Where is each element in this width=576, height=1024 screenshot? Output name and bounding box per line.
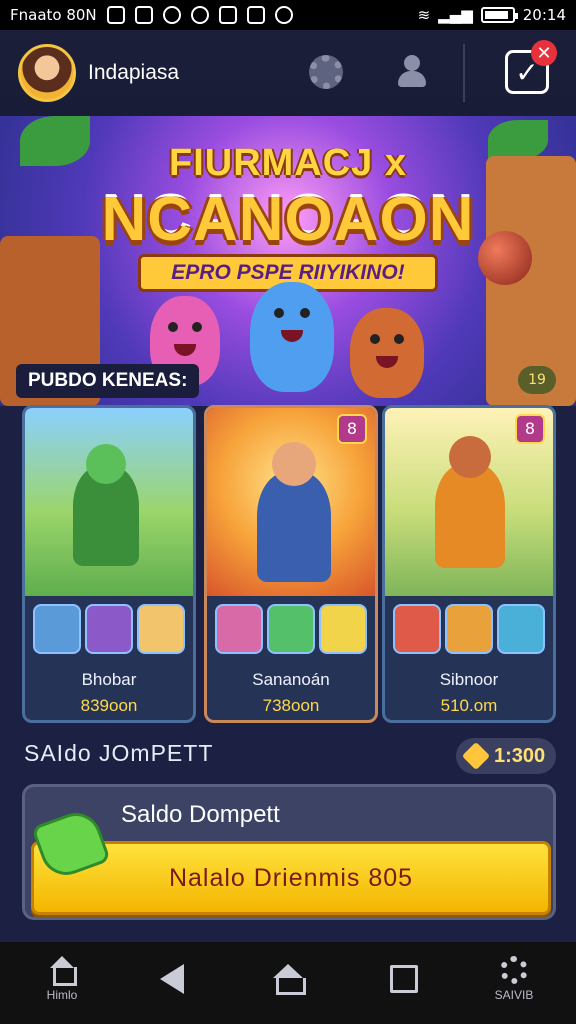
hero-title-line2: NCANOAON <box>101 185 475 254</box>
item-row <box>215 604 369 660</box>
grid-icon <box>218 6 237 24</box>
battery-icon <box>480 7 518 23</box>
avatar[interactable] <box>18 44 76 102</box>
card-tag: 8 <box>337 414 367 444</box>
card-price: 839oon <box>80 696 138 715</box>
signal-icon: ▂▄▆ <box>438 6 473 24</box>
nav-save-tab[interactable]: SAIVIB <box>484 956 544 1016</box>
item-row <box>393 604 547 660</box>
character-figure <box>435 436 505 568</box>
wifi-icon: ≋ <box>417 6 431 24</box>
wallet-card: Saldo Dompett Nalalo Drienmis 805 <box>22 784 556 920</box>
item-row <box>33 604 187 660</box>
product-card[interactable]: 8 Sibnoor 510.om <box>382 405 556 723</box>
home-button[interactable] <box>258 956 318 1016</box>
nav-home-tab[interactable]: Himlo <box>32 956 92 1016</box>
sync-icon <box>162 6 181 24</box>
camera-icon <box>134 6 153 24</box>
status-carrier-text: Fnaato 80N <box>10 6 97 24</box>
settings-button[interactable] <box>304 50 348 94</box>
status-bar: Fnaato 80N ≋ ▂▄▆ 20:14 <box>0 0 576 30</box>
character-figure <box>257 442 331 582</box>
wallet-title: Saldo Dompett <box>121 801 280 828</box>
book-icon[interactable] <box>393 604 441 654</box>
alarm-icon <box>190 6 209 24</box>
info-icon <box>274 6 293 24</box>
product-card[interactable]: Bhobar 839oon <box>22 405 196 723</box>
app-title: Indapiasa <box>88 61 180 84</box>
coin-balance-chip[interactable]: 1:300 <box>456 738 556 774</box>
hero-banner[interactable]: FIURMACJ x NCANOAON EPRO PSPE RIIYIKINO! <box>0 116 576 406</box>
coin-value: 1:300 <box>494 744 546 767</box>
section-title: PUBDO KENEAS: <box>16 364 200 398</box>
home-outline-icon <box>273 964 306 995</box>
nav-right-label: SAIVIB <box>494 988 534 1002</box>
crossbow-icon[interactable] <box>33 604 81 654</box>
pet-icon[interactable] <box>137 604 185 654</box>
gear-icon <box>309 55 343 89</box>
card-name: Bhobar <box>81 670 137 689</box>
balance-label: SAIdo JOmPETT <box>24 740 214 766</box>
potion-icon[interactable] <box>497 604 545 654</box>
notification-badge: ✕ <box>531 40 557 66</box>
product-card[interactable]: 8 Sananoán 738oon <box>204 405 378 723</box>
card-price: 510.om <box>440 696 498 715</box>
refresh-icon <box>246 6 265 24</box>
tasks-button[interactable]: ✓ ✕ <box>505 40 557 94</box>
gem-icon[interactable] <box>267 604 315 654</box>
flower-icon <box>500 956 528 984</box>
clock: 20:14 <box>522 6 566 24</box>
wallet-action-button[interactable]: Nalalo Drienmis 805 <box>31 841 551 915</box>
app-header: Indapiasa ✓ ✕ <box>0 30 576 116</box>
system-nav-bar: Himlo SAIVIB <box>0 942 576 1024</box>
egg-icon[interactable] <box>85 604 133 654</box>
wallet-button-label: Nalalo Drienmis 805 <box>168 864 414 892</box>
cat-icon[interactable] <box>215 604 263 654</box>
qr-icon <box>106 6 125 24</box>
back-button[interactable] <box>142 956 202 1016</box>
card-name: Sananoán <box>252 670 330 689</box>
header-divider <box>463 44 465 102</box>
hero-title-line1: FIURMACJ x <box>168 142 408 184</box>
nav-left-label: Himlo <box>46 988 78 1002</box>
home-icon <box>48 956 77 986</box>
recents-icon <box>390 965 418 993</box>
card-artwork <box>25 408 193 596</box>
profile-button[interactable] <box>390 50 434 94</box>
character-figure <box>73 444 139 566</box>
back-icon <box>160 964 184 994</box>
blue-mascot <box>250 282 334 392</box>
recents-button[interactable] <box>374 956 434 1016</box>
bear-mascot <box>350 308 424 398</box>
card-name: Sibnoor <box>439 670 499 689</box>
person-icon <box>395 55 429 89</box>
card-price: 738oon <box>262 696 320 715</box>
seven-icon[interactable] <box>319 604 367 654</box>
section-count-badge: 19 <box>518 366 556 394</box>
chest-icon[interactable] <box>445 604 493 654</box>
coin-icon <box>461 741 491 771</box>
card-tag: 8 <box>515 414 545 444</box>
